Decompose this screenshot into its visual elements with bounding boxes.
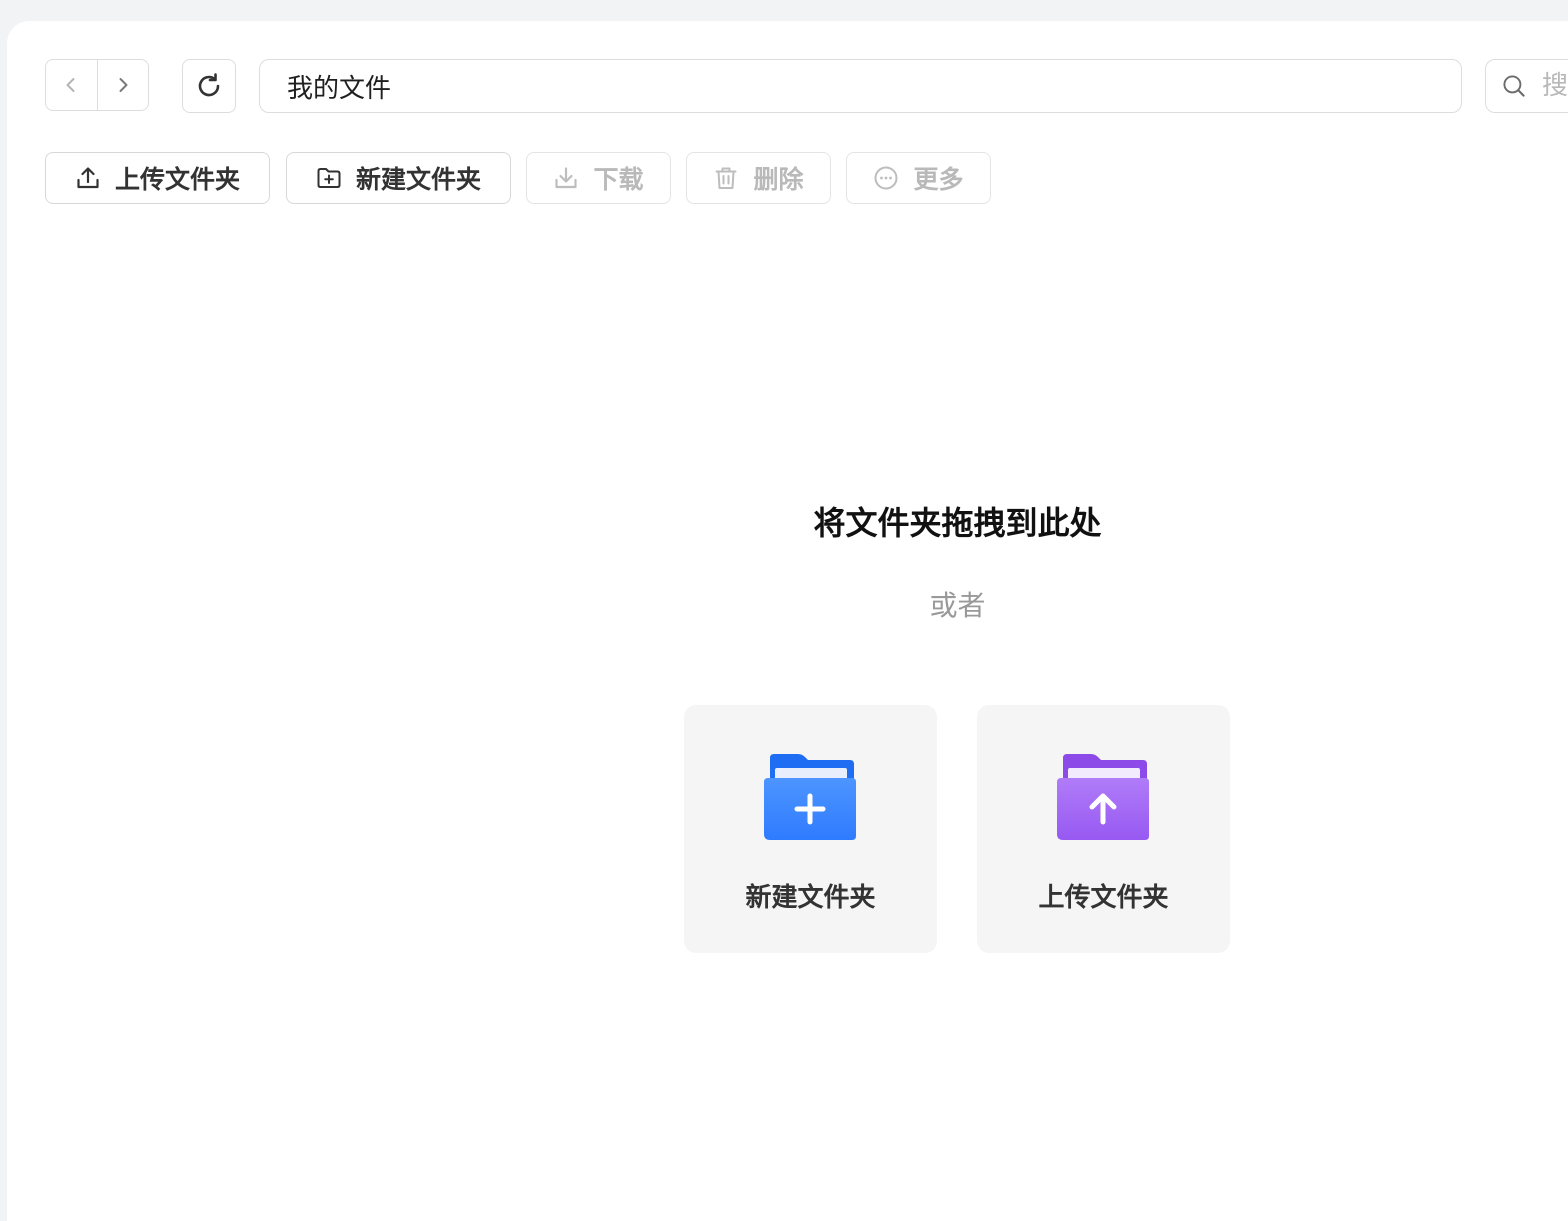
new-folder-label: 新建文件夹 — [355, 165, 481, 194]
upload-folder-card-label: 上传文件夹 — [1038, 883, 1169, 913]
download-icon — [555, 167, 578, 189]
new-folder-card-label: 新建文件夹 — [745, 883, 876, 913]
trash-icon — [715, 167, 737, 189]
search-box[interactable] — [1485, 59, 1568, 113]
new-folder-card[interactable]: 新建文件夹 — [684, 705, 937, 953]
back-button[interactable] — [46, 60, 97, 110]
refresh-button[interactable] — [182, 59, 236, 113]
delete-button[interactable]: 删除 — [686, 152, 831, 204]
chevron-right-icon — [119, 78, 128, 92]
path-breadcrumb[interactable]: 我的文件 — [259, 59, 1462, 113]
delete-label: 删除 — [753, 165, 804, 194]
new-folder-icon — [764, 754, 858, 842]
search-input[interactable] — [1540, 70, 1568, 102]
history-nav — [45, 59, 149, 111]
more-label: 更多 — [913, 165, 964, 194]
download-button[interactable]: 下载 — [526, 152, 671, 204]
forward-button[interactable] — [96, 60, 149, 110]
more-button[interactable]: 更多 — [846, 152, 991, 204]
more-dots-icon — [874, 166, 898, 190]
drop-zone-title: 将文件夹拖拽到此处 — [813, 504, 1102, 542]
upload-folder-label: 上传文件夹 — [114, 165, 240, 194]
search-icon — [1503, 75, 1525, 97]
or-divider-text: 或者 — [929, 589, 986, 622]
folder-plus-icon — [317, 168, 341, 188]
upload-icon — [77, 167, 99, 189]
refresh-icon — [198, 73, 220, 97]
new-folder-button[interactable]: 新建文件夹 — [286, 152, 511, 204]
download-label: 下载 — [593, 165, 644, 194]
upload-folder-button[interactable]: 上传文件夹 — [45, 152, 270, 204]
upload-folder-card[interactable]: 上传文件夹 — [977, 705, 1230, 953]
chevron-left-icon — [66, 78, 75, 92]
upload-folder-icon — [1057, 754, 1151, 842]
current-path: 我的文件 — [287, 73, 392, 104]
